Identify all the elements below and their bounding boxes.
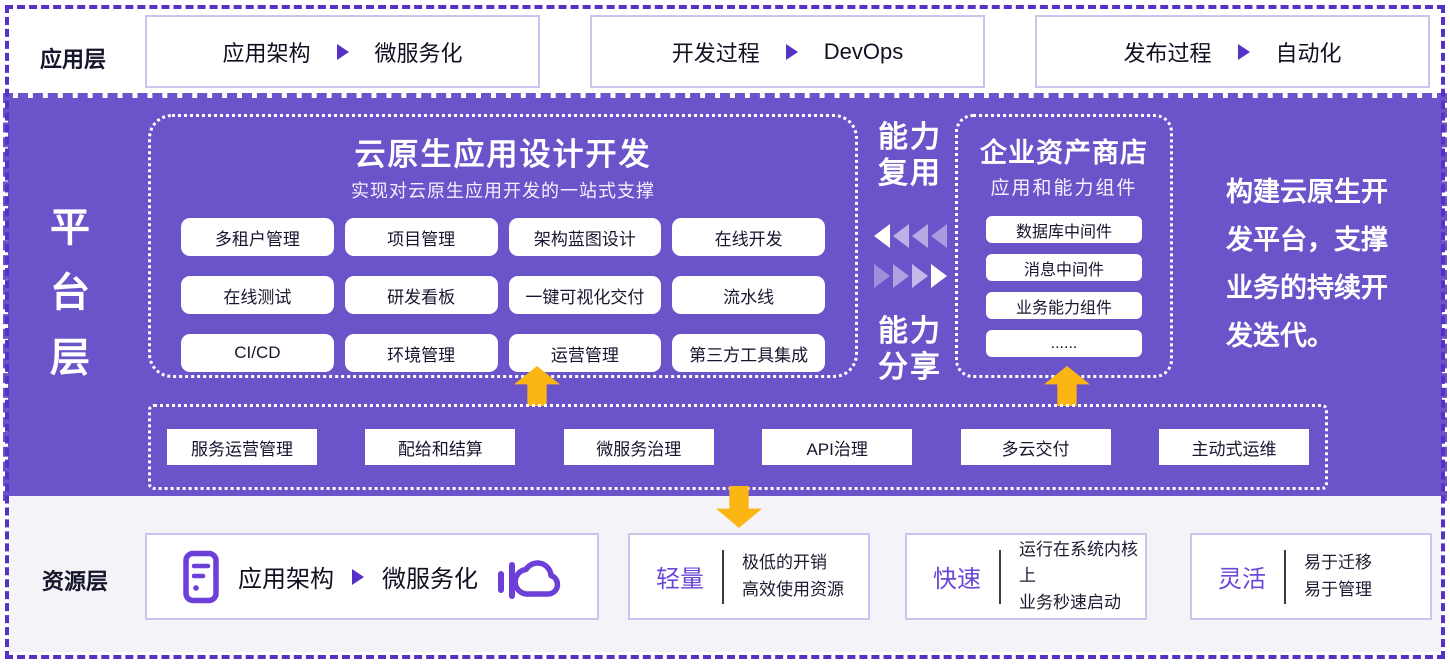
- platform-label-char: 台: [46, 273, 94, 313]
- capability-pill: 项目管理: [345, 218, 498, 256]
- resource-arch-box: 应用架构 微服务化: [145, 533, 599, 620]
- service-item: 服务运营管理: [167, 429, 317, 465]
- service-item: 主动式运维: [1159, 429, 1309, 465]
- feature-description: 易于迁移 易于管理: [1304, 550, 1372, 603]
- capability-pill: 一键可视化交付: [509, 276, 662, 314]
- cloud-bars-icon: [496, 552, 562, 602]
- feature-divider: [999, 550, 1001, 604]
- service-item: 多云交付: [961, 429, 1111, 465]
- capability-pill: 流水线: [672, 276, 825, 314]
- app-box-left-label: 应用架构: [222, 36, 310, 68]
- platform-label-char: 层: [46, 338, 94, 378]
- dev-box-title: 云原生应用设计开发: [151, 129, 855, 174]
- service-item: 微服务治理: [564, 429, 714, 465]
- capability-pill: 环境管理: [345, 334, 498, 372]
- capability-exchange-column: 能力 复用 能力 分享: [860, 120, 960, 386]
- app-box-left-label: 发布过程: [1123, 36, 1211, 68]
- feature-box-fast: 快速 运行在系统内核上 业务秒速启动: [905, 533, 1147, 620]
- feature-description: 运行在系统内核上 业务秒速启动: [1019, 537, 1145, 616]
- dev-box-subtitle: 实现对云原生应用开发的一站式支撑: [151, 177, 855, 203]
- platform-layer-label: 平 台 层: [46, 208, 94, 378]
- arch-box-left-label: 应用架构: [238, 559, 334, 594]
- app-box-right-label: DevOps: [824, 39, 903, 65]
- platform-label-char: 平: [46, 208, 94, 248]
- chevrons-left-icon: [860, 224, 960, 248]
- service-item: 配给和结算: [365, 429, 515, 465]
- application-layer-band: 应用层 应用架构 微服务化 开发过程 DevOps 发布过程 自动化: [9, 9, 1441, 97]
- capability-pill: 在线测试: [181, 276, 334, 314]
- enterprise-asset-store-box: 企业资产商店 应用和能力组件 数据库中间件 消息中间件 业务能力组件 .....…: [955, 114, 1173, 378]
- cloud-native-dev-box: 云原生应用设计开发 实现对云原生应用开发的一站式支撑 多租户管理 项目管理 架构…: [148, 114, 858, 378]
- asset-item: ......: [986, 330, 1142, 357]
- resource-layer-label: 资源层: [42, 564, 108, 596]
- capability-pill: 第三方工具集成: [672, 334, 825, 372]
- capability-pill: 架构蓝图设计: [509, 218, 662, 256]
- triangle-right-icon: [1238, 44, 1250, 60]
- asset-item: 数据库中间件: [986, 216, 1142, 243]
- asset-store-title: 企业资产商店: [958, 131, 1170, 170]
- capability-reuse-label: 能力 复用: [860, 120, 960, 192]
- asset-store-subtitle: 应用和能力组件: [958, 173, 1170, 200]
- cloud-native-architecture-diagram: 应用层 应用架构 微服务化 开发过程 DevOps 发布过程 自动化 平 台 层…: [0, 0, 1450, 664]
- arch-box-right-label: 微服务化: [382, 559, 478, 594]
- server-icon: [182, 550, 220, 604]
- asset-item: 消息中间件: [986, 254, 1142, 281]
- feature-divider: [722, 550, 724, 604]
- service-item: API治理: [762, 429, 912, 465]
- capability-pill: 运营管理: [509, 334, 662, 372]
- capability-share-label: 能力 分享: [860, 314, 960, 386]
- capability-pill: 研发看板: [345, 276, 498, 314]
- feature-box-lightweight: 轻量 极低的开销 高效使用资源: [628, 533, 870, 620]
- feature-description: 极低的开销 高效使用资源: [742, 550, 844, 603]
- app-box-release: 发布过程 自动化: [1035, 15, 1430, 88]
- app-box-devprocess: 开发过程 DevOps: [590, 15, 985, 88]
- feature-box-flexible: 灵活 易于迁移 易于管理: [1190, 533, 1432, 620]
- dev-capability-grid: 多租户管理 项目管理 架构蓝图设计 在线开发 在线测试 研发看板 一键可视化交付…: [151, 203, 855, 372]
- capability-pill: 在线开发: [672, 218, 825, 256]
- capability-pill: CI/CD: [181, 334, 334, 372]
- app-box-right-label: 自动化: [1276, 36, 1342, 68]
- feature-name: 快速: [933, 559, 981, 594]
- platform-side-note: 构建云原生开发平台，支撑业务的持续开发迭代。: [1226, 168, 1402, 360]
- capability-pill: 多租户管理: [181, 218, 334, 256]
- app-box-architecture: 应用架构 微服务化: [145, 15, 540, 88]
- resource-layer-band: 资源层 应用架构 微服务化 轻量: [8, 496, 1442, 652]
- triangle-right-icon: [352, 569, 364, 585]
- platform-layer-band: 平 台 层 云原生应用设计开发 实现对云原生应用开发的一站式支撑 多租户管理 项…: [8, 98, 1442, 496]
- application-layer-label: 应用层: [40, 42, 106, 74]
- triangle-right-icon: [786, 44, 798, 60]
- feature-divider: [1284, 550, 1286, 604]
- app-box-left-label: 开发过程: [672, 36, 760, 68]
- app-box-right-label: 微服务化: [375, 36, 463, 68]
- triangle-right-icon: [337, 44, 349, 60]
- chevrons-right-icon: [860, 264, 960, 288]
- feature-name: 轻量: [656, 559, 704, 594]
- asset-item: 业务能力组件: [986, 292, 1142, 319]
- feature-name: 灵活: [1218, 559, 1266, 594]
- platform-service-row-box: 服务运营管理 配给和结算 微服务治理 API治理 多云交付 主动式运维: [148, 404, 1328, 490]
